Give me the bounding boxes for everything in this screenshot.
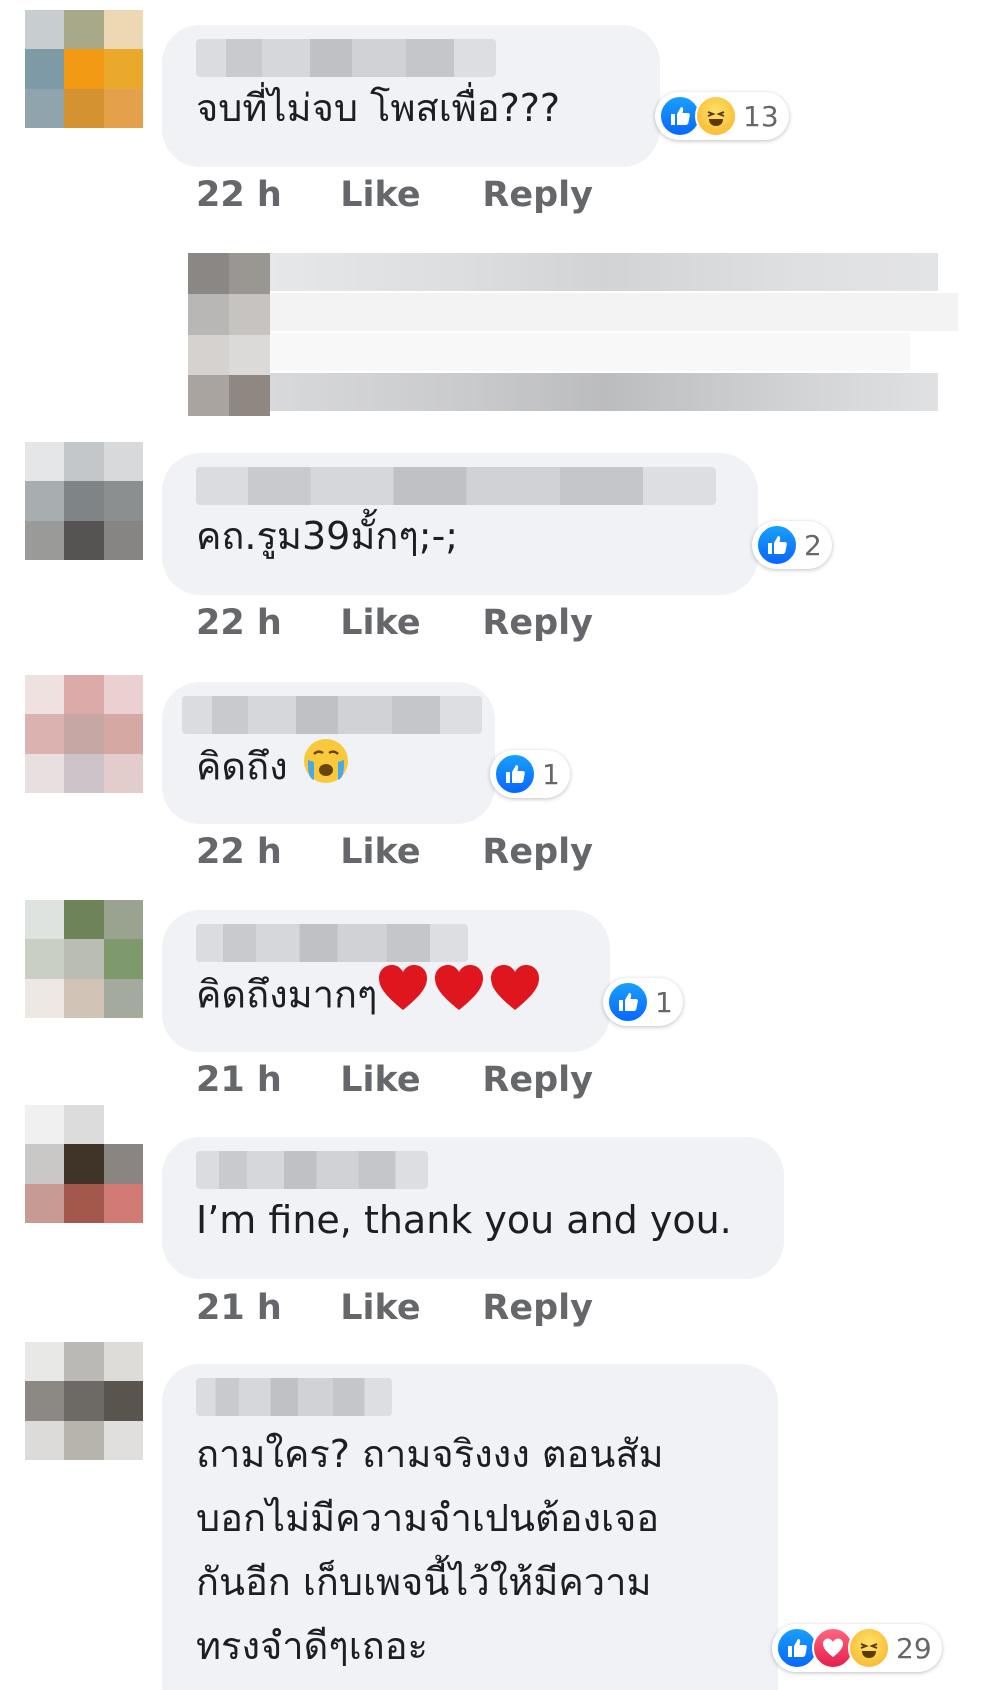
avatar[interactable] [25,10,143,128]
reaction-count: 29 [896,1631,932,1665]
reaction-summary[interactable]: 13 [655,92,789,140]
avatar [188,253,270,416]
reaction-count: 1 [655,985,673,1019]
comment-text-body: คิดถึง [196,744,288,789]
comment-bubble: คิดถึง [162,682,495,824]
comment-bubble: ถามใคร? ถามจริงงง ตอนสัม บอกไม่มีความจำเ… [162,1364,778,1690]
reply-button[interactable]: Reply [482,1060,593,1100]
comment-bubble: I’m fine, thank you and you. [162,1137,784,1279]
comment-bubble: คิดถึงมากๆ [162,910,610,1052]
timestamp[interactable]: 22 h [196,603,328,643]
avatar[interactable] [25,1342,143,1460]
timestamp[interactable]: 22 h [196,832,328,872]
avatar[interactable] [25,900,143,1018]
timestamp[interactable]: 21 h [196,1288,328,1328]
avatar[interactable] [25,1105,143,1223]
crying-face-emoji [300,734,352,804]
commenter-name-blurred[interactable] [196,467,716,505]
like-icon [756,524,798,566]
comment-bubble: จบที่ไม่จบ โพสเพื่อ??? [162,25,660,167]
reaction-count: 2 [804,528,822,562]
comment-text: คิดถึง [196,734,461,804]
like-icon [494,753,536,795]
comment-actions: 21 h Like Reply [196,1060,593,1100]
comment-actions: 22 h Like Reply [196,603,593,643]
like-button[interactable]: Like [340,1288,470,1328]
reply-button[interactable]: Reply [482,603,593,643]
reaction-count: 1 [542,757,560,791]
like-button[interactable]: Like [340,832,470,872]
commenter-name-blurred[interactable] [196,1378,392,1416]
like-button[interactable]: Like [340,1060,470,1100]
like-button[interactable]: Like [340,603,470,643]
reply-button[interactable]: Reply [482,832,593,872]
like-icon [607,981,649,1023]
blurred-reply-preview[interactable] [188,253,958,416]
comment-text-body: คิดถึงมากๆ [196,972,378,1017]
timestamp[interactable]: 22 h [196,175,328,215]
commenter-name-blurred[interactable] [196,39,496,77]
reaction-summary[interactable]: 29 [772,1624,942,1672]
timestamp[interactable]: 21 h [196,1060,328,1100]
haha-icon [848,1627,890,1669]
commenter-name-blurred[interactable] [196,1151,428,1189]
reply-button[interactable]: Reply [482,1288,593,1328]
reaction-summary[interactable]: 2 [752,521,832,569]
commenter-name-blurred[interactable] [182,696,482,734]
comment-text: จบที่ไม่จบ โพสเพื่อ??? [196,86,561,130]
comment-text: คิดถึงมากๆ [196,962,576,1032]
comment-text: ถามใคร? ถามจริงงง ตอนสัม บอกไม่มีความจำเ… [196,1432,664,1668]
reply-button[interactable]: Reply [482,175,593,215]
reaction-summary[interactable]: 1 [490,750,570,798]
reaction-count: 13 [743,99,779,133]
comment-actions: 21 h Like Reply [196,1288,593,1328]
commenter-name-blurred[interactable] [196,924,468,962]
comment-text: คถ.รูม39มั้กๆ;-; [196,514,459,558]
three-red-hearts-emoji [377,962,545,1032]
avatar[interactable] [25,675,143,793]
avatar[interactable] [25,442,143,560]
comment-actions: 22 h Like Reply [196,175,593,215]
comment-actions: 22 h Like Reply [196,832,593,872]
comment-bubble: คถ.รูม39มั้กๆ;-; [162,453,758,595]
reaction-summary[interactable]: 1 [603,978,683,1026]
haha-icon [695,95,737,137]
like-button[interactable]: Like [340,175,470,215]
comment-text: I’m fine, thank you and you. [196,1198,732,1242]
